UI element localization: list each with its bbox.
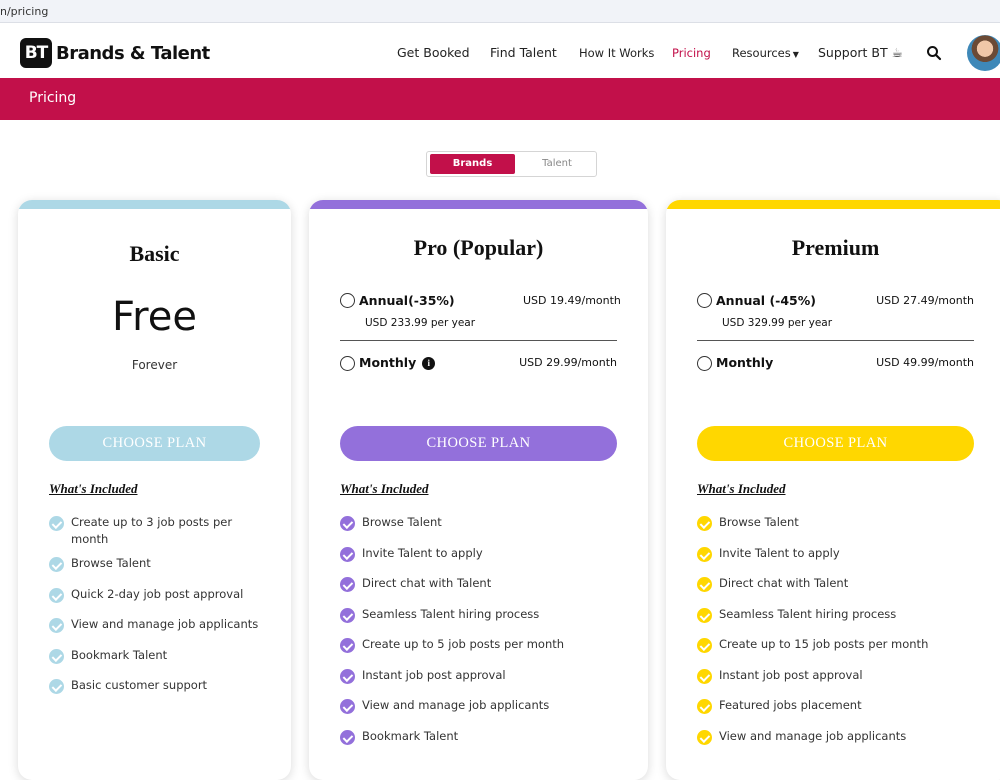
check-icon: [697, 699, 712, 714]
toggle-talent[interactable]: Talent: [522, 154, 592, 174]
annual-label: Annual (-45%): [716, 293, 816, 308]
url-text: n/pricing: [0, 5, 49, 18]
user-avatar[interactable]: [967, 35, 1000, 71]
choose-plan-button[interactable]: CHOOSE PLAN: [697, 426, 974, 461]
nav-pricing[interactable]: Pricing: [672, 46, 711, 60]
feature-item: Invite Talent to apply: [362, 546, 483, 560]
check-icon: [340, 638, 355, 653]
check-icon: [340, 669, 355, 684]
annual-price: USD 27.49/month: [876, 294, 974, 307]
whats-included-heading: What's Included: [49, 481, 138, 496]
choose-plan-button[interactable]: CHOOSE PLAN: [49, 426, 260, 461]
feature-item: Create up to 3 job posts per month: [71, 515, 233, 546]
nav-links: Get Booked Find Talent How It Works Pric…: [0, 45, 1000, 65]
plan-period: Forever: [131, 358, 178, 372]
feature-item: Direct chat with Talent: [362, 576, 492, 590]
check-icon: [697, 669, 712, 684]
whats-included-heading: What's Included: [340, 481, 429, 496]
chevron-down-icon: ▼: [792, 50, 799, 59]
check-icon: [49, 588, 64, 603]
radio-monthly[interactable]: [340, 356, 355, 371]
audience-toggle: Brands /Clients Talent: [426, 151, 597, 189]
monthly-label-text: Monthly: [359, 355, 417, 370]
monthly-label: Monthly i: [359, 355, 436, 370]
annual-price: USD 19.49/month: [523, 294, 621, 307]
feature-item: Create up to 15 job posts per month: [719, 637, 929, 651]
feature-item: Browse Talent: [362, 515, 442, 529]
plan-card-premium: Premium Annual (-45%) USD 27.49/month US…: [666, 200, 1000, 780]
feature-item: Featured jobs placement: [719, 698, 862, 712]
nav-get-booked[interactable]: Get Booked: [397, 45, 470, 60]
monthly-label: Monthly: [716, 355, 774, 370]
card-accent-bar: [666, 200, 1000, 209]
radio-annual[interactable]: [340, 293, 355, 308]
feature-item: Instant job post approval: [719, 668, 863, 682]
check-icon: [697, 547, 712, 562]
plan-name: Premium: [791, 235, 880, 260]
feature-item: View and manage job applicants: [362, 698, 550, 712]
page-title: Pricing: [29, 90, 77, 106]
feature-item: Create up to 5 job posts per month: [362, 637, 565, 651]
check-icon: [697, 577, 712, 592]
plan-name: Basic: [129, 241, 180, 266]
check-icon: [340, 730, 355, 745]
annual-label: Annual(-35%): [359, 293, 455, 308]
nav-support[interactable]: Support BT ☕: [818, 45, 903, 60]
feature-item: Bookmark Talent: [71, 648, 168, 662]
top-navbar: BT Brands & Talent Get Booked Find Talen…: [0, 23, 1000, 78]
annual-year-price: USD 329.99 per year: [722, 317, 833, 329]
check-icon: [340, 577, 355, 592]
feature-item: Bookmark Talent: [362, 729, 459, 743]
nav-how-it-works[interactable]: How It Works: [579, 46, 654, 60]
page-banner: Pricing: [0, 78, 1000, 120]
check-icon: [49, 516, 64, 531]
search-icon[interactable]: [926, 45, 942, 61]
check-icon: [340, 516, 355, 531]
feature-item: Quick 2-day job post approval: [71, 587, 244, 601]
annual-year-price: USD 233.99 per year: [365, 317, 476, 329]
toggle-brands-clients[interactable]: Brands /Clients: [430, 154, 515, 189]
divider: [340, 340, 617, 341]
nav-resources-label: Resources: [732, 46, 791, 60]
info-icon[interactable]: i: [422, 357, 436, 370]
nav-find-talent[interactable]: Find Talent: [490, 45, 557, 60]
check-icon: [340, 699, 355, 714]
divider: [697, 340, 974, 341]
feature-item: Basic customer support: [71, 678, 208, 692]
check-icon: [697, 730, 712, 745]
check-icon: [49, 618, 64, 633]
card-accent-bar: [18, 200, 291, 209]
radio-monthly[interactable]: [697, 356, 712, 371]
card-accent-bar: [309, 200, 648, 209]
feature-item: Seamless Talent hiring process: [362, 607, 540, 621]
plan-card-basic: Basic Free Forever CHOOSE PLAN What's In…: [18, 200, 291, 780]
feature-item: Invite Talent to apply: [719, 546, 840, 560]
check-icon: [49, 557, 64, 572]
feature-item: View and manage job applicants: [71, 617, 259, 631]
plan-price: Free: [112, 294, 197, 340]
monthly-price: USD 49.99/month: [876, 356, 974, 369]
check-icon: [340, 608, 355, 623]
whats-included-heading: What's Included: [697, 481, 786, 496]
feature-item: Browse Talent: [71, 556, 151, 570]
check-icon: [340, 547, 355, 562]
plan-name: Pro (Popular): [413, 235, 544, 260]
plan-card-pro: Pro (Popular) Annual(-35%) USD 19.49/mon…: [309, 200, 648, 780]
check-icon: [697, 638, 712, 653]
check-icon: [49, 679, 64, 694]
check-icon: [49, 649, 64, 664]
feature-item: Seamless Talent hiring process: [719, 607, 897, 621]
feature-item: Direct chat with Talent: [719, 576, 849, 590]
choose-plan-button[interactable]: CHOOSE PLAN: [340, 426, 617, 461]
browser-url-bar[interactable]: n/pricing: [0, 0, 1000, 23]
check-icon: [697, 608, 712, 623]
nav-resources[interactable]: Resources ▼: [732, 46, 799, 60]
check-icon: [697, 516, 712, 531]
radio-annual[interactable]: [697, 293, 712, 308]
feature-item: Browse Talent: [719, 515, 799, 529]
feature-item: View and manage job applicants: [719, 729, 907, 743]
monthly-price: USD 29.99/month: [519, 356, 617, 369]
feature-item: Instant job post approval: [362, 668, 506, 682]
